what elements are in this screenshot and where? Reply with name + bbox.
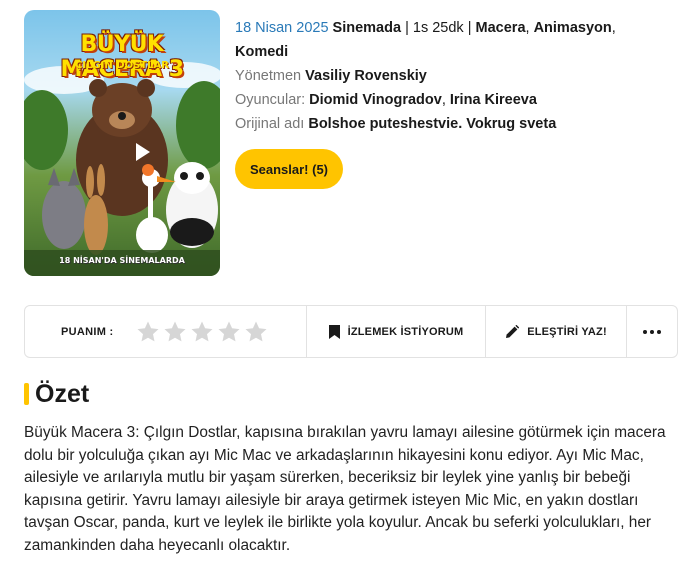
genre-link[interactable]: Animasyon bbox=[534, 20, 612, 36]
star-icon[interactable] bbox=[163, 320, 187, 344]
star-rating[interactable] bbox=[136, 320, 268, 344]
more-dots-icon bbox=[643, 329, 661, 334]
meta-separator: | bbox=[405, 20, 409, 36]
director-label: Yönetmen bbox=[235, 68, 302, 84]
star-icon[interactable] bbox=[136, 320, 160, 344]
director-row: Yönetmen Vasiliy Rovenskiy bbox=[235, 64, 675, 88]
heading-accent-bar bbox=[24, 383, 29, 405]
cast-label: Oyuncular: bbox=[235, 92, 306, 108]
genre-link[interactable]: Komedi bbox=[235, 44, 288, 60]
director-link[interactable]: Vasiliy Rovenskiy bbox=[305, 68, 427, 84]
star-icon[interactable] bbox=[217, 320, 241, 344]
star-icon[interactable] bbox=[244, 320, 268, 344]
poster-title: BÜYÜK MACERA 3 bbox=[60, 32, 184, 82]
cast-link[interactable]: Diomid Vinogradov bbox=[309, 92, 442, 108]
pen-icon bbox=[506, 324, 520, 338]
star-icon[interactable] bbox=[190, 320, 214, 344]
showtimes-button[interactable]: Seanslar! (5) bbox=[235, 149, 343, 189]
bookmark-icon bbox=[328, 324, 340, 339]
original-title-row: Orijinal adı Bolshoe puteshestvie. Vokru… bbox=[235, 112, 675, 136]
summary-heading: Özet bbox=[24, 378, 89, 410]
movie-poster[interactable]: BÜYÜK MACERA 3 ÇILGIN DOSTLAR 18 NİSAN'D… bbox=[24, 10, 220, 276]
play-icon[interactable] bbox=[136, 143, 150, 161]
original-title: Bolshoe puteshestvie. Vokrug sveta bbox=[308, 116, 557, 132]
watchlist-button[interactable]: İZLEMEK İSTİYORUM bbox=[307, 306, 486, 357]
meta-row: 18 Nisan 2025 Sinemada | 1s 25dk | Macer… bbox=[235, 20, 616, 36]
poster-release-tagline: 18 NİSAN'DA SİNEMALARDA bbox=[59, 256, 185, 265]
summary-text: Büyük Macera 3: Çılgın Dostlar, kapısına… bbox=[24, 424, 666, 554]
watchlist-label: İZLEMEK İSTİYORUM bbox=[347, 325, 464, 338]
rating-label: PUANIM : bbox=[61, 325, 114, 338]
release-status[interactable]: Sinemada bbox=[333, 20, 402, 36]
rating-section: PUANIM : bbox=[25, 306, 307, 357]
original-title-label: Orijinal adı bbox=[235, 116, 305, 132]
genre-link[interactable]: Macera bbox=[476, 20, 526, 36]
movie-info: 18 Nisan 2025 Sinemada | 1s 25dk | Macer… bbox=[235, 16, 675, 136]
duration: 1s 25dk bbox=[412, 20, 464, 36]
review-label: ELEŞTİRİ YAZ! bbox=[527, 325, 607, 338]
cast-link[interactable]: Irina Kireeva bbox=[450, 92, 537, 108]
cast-row: Oyuncular: Diomid Vinogradov, Irina Kire… bbox=[235, 92, 537, 108]
action-bar: PUANIM : İZLEMEK İSTİYORUM ELEŞTİRİ YAZ! bbox=[24, 305, 678, 358]
release-date: 18 Nisan 2025 bbox=[235, 20, 329, 36]
more-options-button[interactable] bbox=[627, 306, 677, 357]
summary-title: Özet bbox=[35, 379, 90, 408]
meta-separator: | bbox=[467, 20, 472, 36]
meta-row-continued: Komedi bbox=[235, 40, 675, 64]
poster-subtitle: ÇILGIN DOSTLAR bbox=[75, 60, 169, 71]
write-review-button[interactable]: ELEŞTİRİ YAZ! bbox=[486, 306, 627, 357]
